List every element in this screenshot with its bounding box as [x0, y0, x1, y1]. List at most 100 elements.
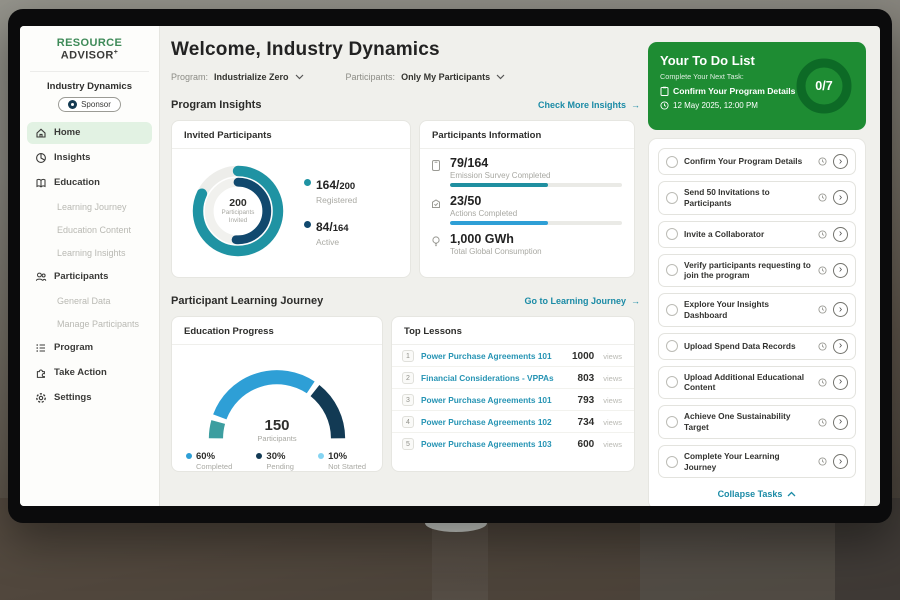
- participants-information-card: Participants Information 79/164 Emission…: [419, 120, 635, 278]
- legend-item-registered: 164/200 Registered: [304, 176, 357, 205]
- task-checkbox[interactable]: [666, 228, 678, 240]
- link-label: Check More Insights: [538, 100, 626, 110]
- todo-task[interactable]: Complete Your Learning Journey ›: [658, 445, 856, 479]
- clock-icon: [818, 378, 827, 387]
- task-checkbox[interactable]: [666, 192, 678, 204]
- chevron-right-icon[interactable]: ›: [833, 302, 848, 317]
- chevron-right-icon[interactable]: ›: [833, 339, 848, 354]
- clock-icon: [818, 157, 827, 166]
- arrow-right-icon: →: [631, 100, 640, 110]
- sidebar-item-learning-journey[interactable]: Learning Journey: [27, 197, 152, 217]
- legend-dot: [186, 453, 192, 459]
- task-label: Confirm Your Program Details: [684, 156, 812, 167]
- lesson-views-unit: views: [603, 396, 622, 405]
- go-to-learning-journey-link[interactable]: Go to Learning Journey →: [524, 296, 640, 306]
- insights-icon: [35, 152, 47, 164]
- program-filter-value[interactable]: Industrialize Zero: [214, 72, 289, 82]
- metric-total-consumption: 1,000 GWh Total Global Consumption: [430, 232, 622, 259]
- sidebar-item-manage-participants[interactable]: Manage Participants: [27, 314, 152, 334]
- todo-next-task: Confirm Your Program Details: [673, 86, 795, 96]
- chevron-right-icon[interactable]: ›: [833, 227, 848, 242]
- lesson-row: 5 Power Purchase Agreements 103 600views: [392, 433, 634, 454]
- task-checkbox[interactable]: [666, 416, 678, 428]
- lesson-title-link[interactable]: Power Purchase Agreements 101: [421, 351, 565, 361]
- todo-task[interactable]: Invite a Collaborator ›: [658, 221, 856, 248]
- legend-item-completed: 60% Completed: [186, 451, 232, 471]
- home-icon: [35, 127, 47, 139]
- lesson-row: 1 Power Purchase Agreements 101 1000view…: [392, 345, 634, 367]
- participants-filter-label: Participants:: [346, 72, 396, 82]
- chevron-right-icon[interactable]: ›: [833, 375, 848, 390]
- lesson-views: 1000: [572, 351, 594, 362]
- todo-task[interactable]: Confirm Your Program Details ›: [658, 148, 856, 175]
- sidebar-item-label: Participants: [54, 271, 108, 282]
- page-title: Welcome, Industry Dynamics: [171, 39, 640, 61]
- bulb-icon: [430, 235, 442, 248]
- sidebar-item-general-data[interactable]: General Data: [27, 291, 152, 311]
- card-title: Participants Information: [420, 121, 634, 149]
- task-label: Upload Spend Data Records: [684, 341, 812, 352]
- chevron-right-icon[interactable]: ›: [833, 190, 848, 205]
- task-checkbox[interactable]: [666, 340, 678, 352]
- sidebar-item-label: General Data: [57, 296, 111, 306]
- task-label: Explore Your Insights Dashboard: [684, 299, 812, 321]
- sidebar-item-participants[interactable]: Participants: [27, 266, 152, 288]
- take-action-icon: [35, 367, 47, 379]
- card-title: Top Lessons: [392, 317, 634, 345]
- todo-task[interactable]: Send 50 Invitations to Participants ›: [658, 181, 856, 215]
- chevron-right-icon[interactable]: ›: [833, 263, 848, 278]
- lesson-row: 3 Power Purchase Agreements 101 793views: [392, 389, 634, 411]
- metric-value: 79/164: [450, 156, 622, 170]
- app-logo: RESOURCE ADVISOR+: [30, 37, 149, 72]
- sidebar-item-label: Home: [54, 127, 80, 138]
- task-checkbox[interactable]: [666, 304, 678, 316]
- sidebar-item-take-action[interactable]: Take Action: [27, 362, 152, 384]
- legend-dot: [304, 179, 311, 186]
- chevron-right-icon[interactable]: ›: [833, 415, 848, 430]
- chevron-right-icon[interactable]: ›: [833, 454, 848, 469]
- todo-task[interactable]: Achieve One Sustainability Target ›: [658, 405, 856, 439]
- todo-task[interactable]: Verify participants requesting to join t…: [658, 254, 856, 288]
- legend-value: 84/: [316, 220, 333, 234]
- lesson-row: 2 Financial Considerations - VPPAs 803vi…: [392, 367, 634, 389]
- legend-label: Completed: [196, 462, 232, 471]
- legend-item-active: 84/164 Active: [304, 218, 357, 247]
- lesson-rank-badge: 1: [402, 350, 414, 362]
- task-checkbox[interactable]: [666, 456, 678, 468]
- sponsor-badge[interactable]: Sponsor: [58, 97, 121, 112]
- task-checkbox[interactable]: [666, 376, 678, 388]
- education-progress-card: Education Progress 150 Participants 60% …: [171, 316, 383, 472]
- task-checkbox[interactable]: [666, 156, 678, 168]
- progress-bar: [450, 183, 622, 187]
- task-label: Verify participants requesting to join t…: [684, 260, 812, 282]
- legend-dot: [256, 453, 262, 459]
- sidebar-item-home[interactable]: Home: [27, 122, 152, 144]
- sponsor-badge-icon: [68, 100, 77, 109]
- lesson-title-link[interactable]: Power Purchase Agreements 103: [421, 439, 571, 449]
- lesson-views: 803: [578, 373, 595, 384]
- participants-filter-value[interactable]: Only My Participants: [401, 72, 490, 82]
- todo-progress-ring: 0/7: [794, 56, 854, 116]
- task-label: Achieve One Sustainability Target: [684, 411, 812, 433]
- chevron-right-icon[interactable]: ›: [833, 154, 848, 169]
- sidebar-item-program[interactable]: Program: [27, 337, 152, 359]
- lesson-title-link[interactable]: Power Purchase Agreements 102: [421, 417, 571, 427]
- sidebar-item-learning-insights[interactable]: Learning Insights: [27, 243, 152, 263]
- sidebar-item-settings[interactable]: Settings: [27, 387, 152, 409]
- chevron-up-icon: [787, 491, 796, 497]
- task-checkbox[interactable]: [666, 264, 678, 276]
- invited-donut-chart: 200 Participants Invited: [182, 155, 294, 267]
- collapse-tasks-link[interactable]: Collapse Tasks: [658, 484, 856, 506]
- lesson-title-link[interactable]: Financial Considerations - VPPAs: [421, 373, 571, 383]
- check-more-insights-link[interactable]: Check More Insights →: [538, 100, 640, 110]
- todo-task[interactable]: Explore Your Insights Dashboard ›: [658, 293, 856, 327]
- chevron-down-icon[interactable]: [496, 74, 505, 80]
- todo-task[interactable]: Upload Spend Data Records ›: [658, 333, 856, 360]
- todo-task[interactable]: Upload Additional Educational Content ›: [658, 366, 856, 400]
- lesson-title-link[interactable]: Power Purchase Agreements 101: [421, 395, 571, 405]
- chevron-down-icon[interactable]: [295, 74, 304, 80]
- sidebar-nav: Home Insights Education Learning Journey…: [20, 122, 159, 409]
- sidebar-item-insights[interactable]: Insights: [27, 147, 152, 169]
- sidebar-item-education-content[interactable]: Education Content: [27, 220, 152, 240]
- sidebar-item-education[interactable]: Education: [27, 172, 152, 194]
